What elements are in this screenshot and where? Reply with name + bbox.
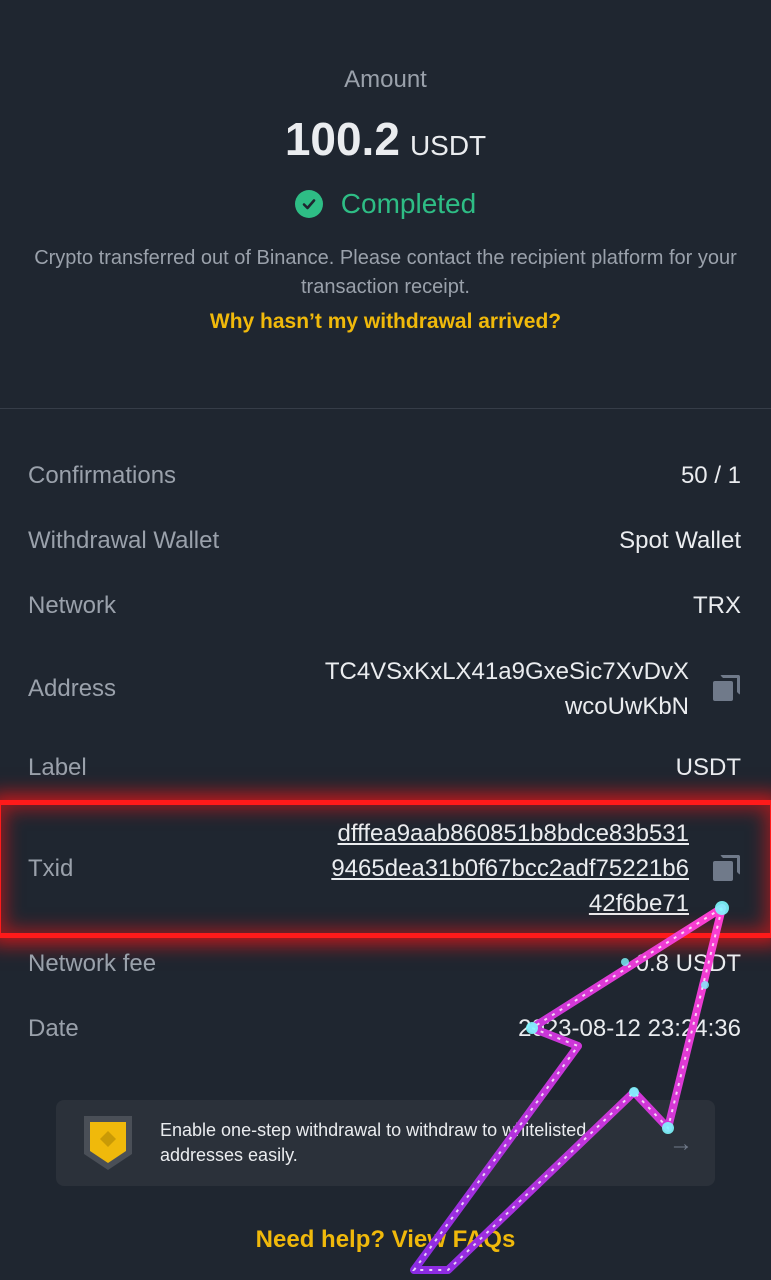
status-description: Crypto transferred out of Binance. Pleas… [34,247,737,298]
copy-address-icon[interactable] [713,675,741,703]
address-line-2: wcoUwKbN [564,693,689,720]
address-value: TC4VSxKxLX41a9GxeSic7XvDvX wcoUwKbN [325,654,689,724]
network-fee-value: 0.8 USDT [635,950,741,977]
help-faq-link[interactable]: Need help? View FAQs [0,1226,771,1254]
divider [0,408,771,409]
label-value: USDT [675,754,741,781]
date-value: 2023-08-12 23:24:36 [518,1015,741,1042]
network-fee-row: Network fee 0.8 USDT [28,950,741,978]
status-text: Completed [340,188,477,219]
banner-text: Enable one-step withdrawal to withdraw t… [160,1120,587,1165]
withdrawal-summary: Amount 100.2 USDT Completed Crypto trans… [0,0,771,334]
amount-line: 100.2 USDT [0,112,771,166]
amount-value: 100.2 [284,113,400,165]
address-label: Address [28,675,117,702]
network-fee-label: Network fee [28,950,157,977]
arrow-right-icon: → [669,1130,693,1157]
network-row: Network TRX [28,592,741,620]
address-line-1: TC4VSxKxLX41a9GxeSic7XvDvX [324,658,689,685]
txid-row: Txid dfffea9aab860851b8bdce83b531 9465de… [28,816,741,921]
date-row: Date 2023-08-12 23:24:36 [28,1015,741,1043]
network-label: Network [28,592,117,619]
one-step-withdrawal-banner[interactable]: Enable one-step withdrawal to withdraw t… [56,1100,715,1186]
status: Completed [0,188,771,220]
why-not-arrived-link[interactable]: Why hasn’t my withdrawal arrived? [210,310,561,334]
withdrawal-wallet-row: Withdrawal Wallet Spot Wallet [28,527,741,555]
address-row: Address TC4VSxKxLX41a9GxeSic7XvDvX wcoUw… [28,654,741,724]
copy-txid-icon[interactable] [713,854,741,883]
address-value-group: TC4VSxKxLX41a9GxeSic7XvDvX wcoUwKbN [325,654,741,724]
confirmations-value: 50 / 1 [680,462,741,489]
confirmations-row: Confirmations 50 / 1 [28,462,741,490]
withdrawal-wallet-label: Withdrawal Wallet [28,527,220,554]
txid-line-1: dfffea9aab860851b8bdce83b531 [337,820,689,847]
txid-link[interactable]: dfffea9aab860851b8bdce83b531 9465dea31b0… [331,816,689,921]
label-row: Label USDT [28,754,741,782]
shield-icon [84,1116,132,1170]
confirmations-label: Confirmations [28,462,177,489]
network-value: TRX [693,592,741,619]
check-circle-icon [294,190,323,218]
withdrawal-detail-page: Amount 100.2 USDT Completed Crypto trans… [0,0,771,1280]
txid-line-2: 9465dea31b0f67bcc2adf75221b6 [331,855,689,882]
amount-unit: USDT [409,130,487,161]
amount-label: Amount [344,66,427,93]
label-label: Label [28,754,87,781]
txid-line-3: 42f6be71 [588,890,689,917]
txid-value-group: dfffea9aab860851b8bdce83b531 9465dea31b0… [331,816,741,921]
date-label: Date [28,1015,79,1042]
withdrawal-wallet-value: Spot Wallet [619,527,741,554]
txid-label: Txid [28,854,74,882]
